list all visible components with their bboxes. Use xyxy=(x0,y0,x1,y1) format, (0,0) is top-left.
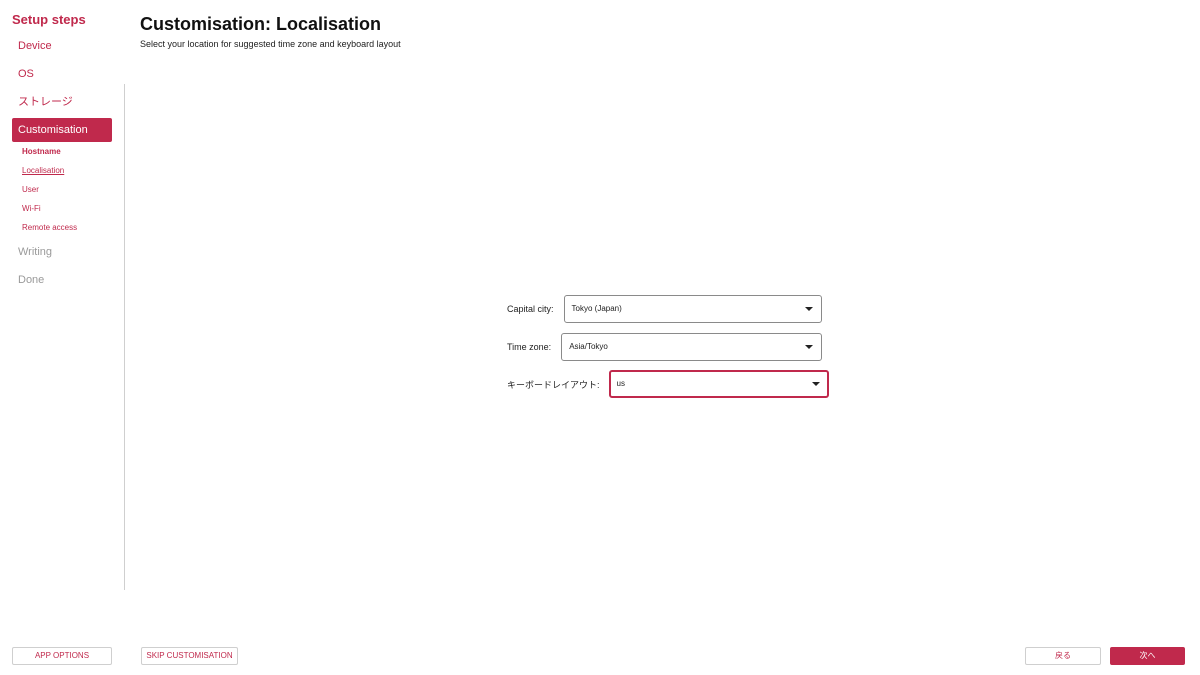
chevron-down-icon xyxy=(805,345,814,349)
time-zone-value: Asia/Tokyo xyxy=(569,342,608,351)
capital-city-select[interactable]: Tokyo (Japan) xyxy=(563,295,822,323)
substep-remote-access[interactable]: Remote access xyxy=(22,222,77,234)
app-window: Setup steps Device OS ストレージ Customisatio… xyxy=(0,0,1200,675)
step-customisation[interactable]: Customisation xyxy=(12,118,112,142)
back-button[interactable]: 戻る xyxy=(1025,647,1101,665)
time-zone-row: Time zone: Asia/Tokyo xyxy=(507,333,823,361)
keyboard-layout-value: us xyxy=(616,379,625,388)
time-zone-label: Time zone: xyxy=(507,342,552,352)
sidebar-divider xyxy=(124,84,125,590)
sidebar-title: Setup steps xyxy=(12,12,86,27)
time-zone-select[interactable]: Asia/Tokyo xyxy=(561,333,823,361)
substep-user[interactable]: User xyxy=(22,184,39,196)
skip-customisation-button[interactable]: SKIP CUSTOMISATION xyxy=(141,647,238,665)
step-done: Done xyxy=(18,274,45,286)
step-storage[interactable]: ストレージ xyxy=(12,90,112,114)
page-title: Customisation: Localisation xyxy=(140,14,382,34)
step-device[interactable]: Device xyxy=(12,34,112,58)
substep-hostname[interactable]: Hostname xyxy=(22,146,61,158)
keyboard-layout-label: キーボードレイアウト: xyxy=(507,379,600,390)
capital-city-value: Tokyo (Japan) xyxy=(571,304,622,313)
next-button[interactable]: 次へ xyxy=(1110,647,1185,665)
step-os[interactable]: OS xyxy=(12,62,112,86)
substep-wifi[interactable]: Wi-Fi xyxy=(22,203,41,215)
page-subtitle: Select your location for suggested time … xyxy=(140,39,401,49)
capital-city-row: Capital city: Tokyo (Japan) xyxy=(507,295,822,323)
chevron-down-icon xyxy=(811,382,820,386)
chevron-down-icon xyxy=(804,307,813,311)
keyboard-layout-select[interactable]: us xyxy=(608,370,829,398)
capital-city-label: Capital city: xyxy=(507,304,554,314)
app-options-button[interactable]: APP OPTIONS xyxy=(12,647,112,665)
keyboard-layout-row: キーボードレイアウト: us xyxy=(507,370,829,398)
substep-localisation[interactable]: Localisation xyxy=(22,165,64,177)
step-writing: Writing xyxy=(18,246,53,258)
